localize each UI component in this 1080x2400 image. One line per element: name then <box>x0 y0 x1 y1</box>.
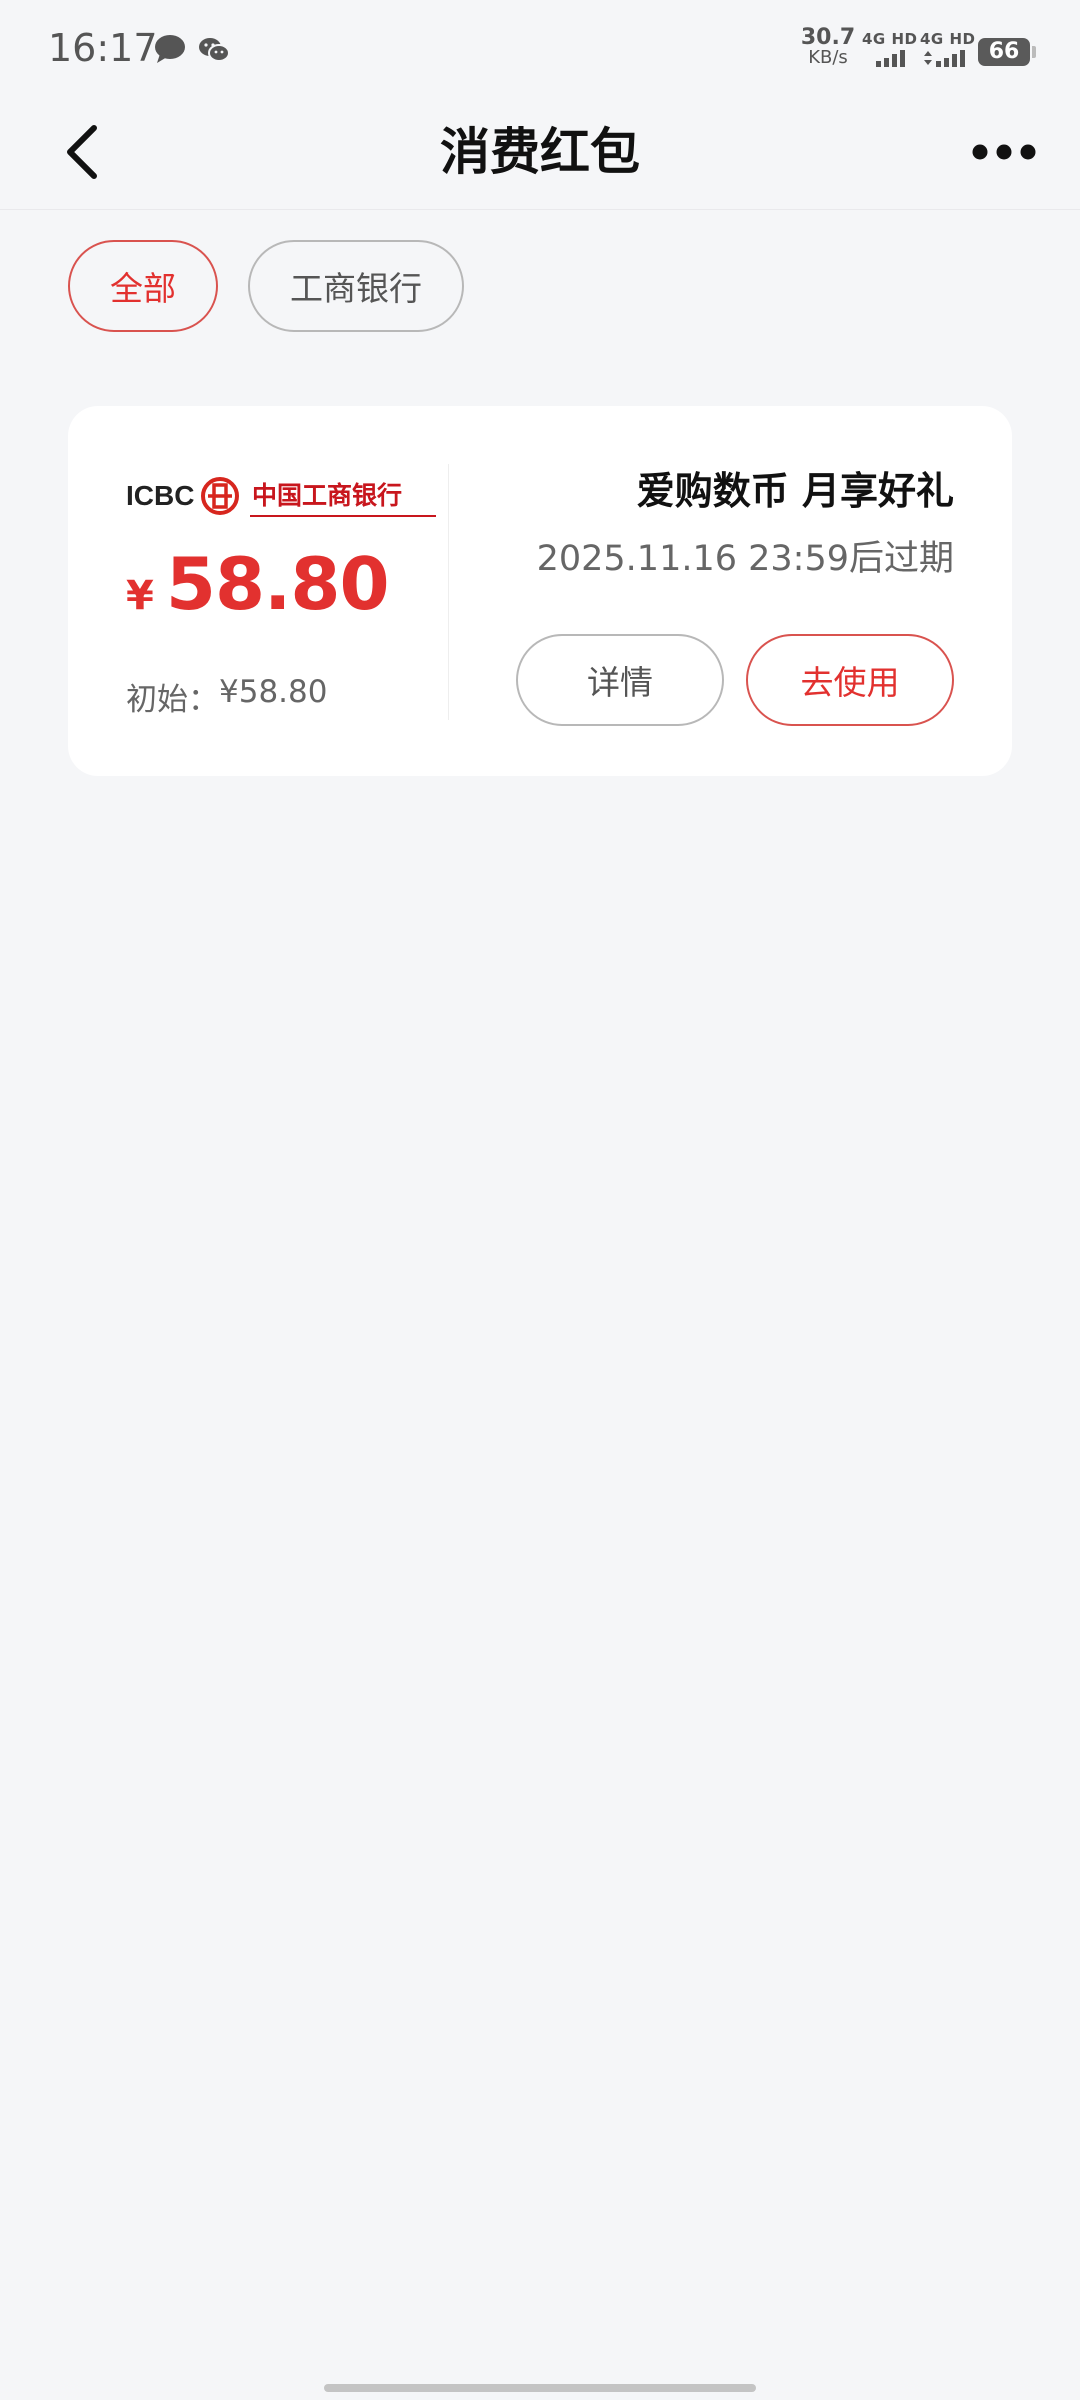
card-divider <box>448 464 449 720</box>
signal-icon: 4G HD <box>920 30 975 72</box>
signal-label: 4G HD <box>862 30 918 48</box>
coupon-balance: 58.80 <box>165 542 390 626</box>
signal-label: 4G HD <box>920 30 976 48</box>
coupon-actions: 详情 去使用 <box>516 634 954 726</box>
coupon-info-section: 爱购数币 月享好礼 2025.11.16 23:59后过期 详情 去使用 <box>454 466 954 726</box>
initial-amount-row: 初始： ¥58.80 <box>126 674 327 719</box>
coupon-title: 爱购数币 月享好礼 <box>636 469 954 513</box>
more-button[interactable] <box>964 124 1044 180</box>
home-indicator[interactable] <box>324 2384 756 2392</box>
icbc-emblem-icon <box>201 477 239 515</box>
initial-amount: ¥58.80 <box>219 674 328 710</box>
nav-bar: 消费红包 <box>0 96 1080 210</box>
initial-label: 初始： <box>126 682 219 718</box>
use-button[interactable]: 去使用 <box>746 634 954 726</box>
coupon-expiry: 2025.11.16 23:59后过期 <box>536 539 954 579</box>
message-icon <box>154 34 186 68</box>
detail-button[interactable]: 详情 <box>516 634 724 726</box>
icbc-logo-latin: ICBC <box>126 480 194 511</box>
coupon-amount-section: ICBC 中国工商银行 ¥ 58.80 初始： ¥58.80 <box>126 446 446 736</box>
status-time: 16:17 <box>48 26 158 70</box>
icbc-logo-cn: 中国工商银行 <box>252 481 402 510</box>
currency-symbol: ¥ <box>126 573 154 619</box>
battery-icon: 66 <box>978 38 1036 66</box>
filter-chip-all[interactable]: 全部 <box>68 240 218 332</box>
filter-chip-icbc[interactable]: 工商银行 <box>248 240 464 332</box>
network-speed-unit: KB/s <box>808 47 848 68</box>
network-speed-value: 30.7 <box>800 25 856 50</box>
network-speed: 30.7 KB/s <box>800 25 856 68</box>
more-dots-icon <box>972 144 1036 160</box>
status-bar: 16:17 30.7 KB/s 4G HD 4G HD 66 <box>0 0 1080 96</box>
icbc-logo: ICBC 中国工商银行 <box>126 477 436 517</box>
coupon-amount: ¥ 58.80 <box>126 542 390 626</box>
wechat-icon <box>198 36 230 68</box>
page-title: 消费红包 <box>440 123 640 181</box>
coupon-card: ICBC 中国工商银行 ¥ 58.80 初始： ¥58.80 爱购数币 月享好礼… <box>68 406 1012 776</box>
filter-chips: 全部 工商银行 <box>68 240 464 334</box>
signal-icon: 4G HD <box>862 30 917 72</box>
